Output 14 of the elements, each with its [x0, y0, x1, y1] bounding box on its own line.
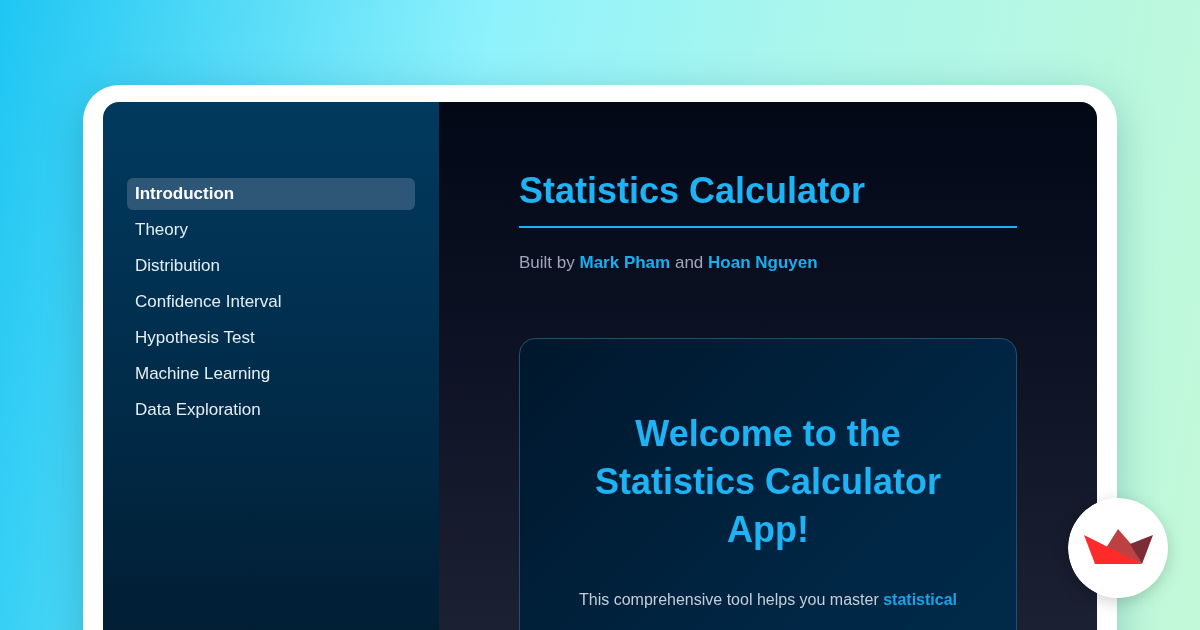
sidebar-item[interactable]: Data Exploration — [127, 394, 415, 426]
author-link[interactable]: Hoan Nguyen — [708, 253, 818, 272]
card-heading: Welcome to the Statistics Calculator App! — [593, 412, 943, 552]
sidebar-item[interactable]: Introduction — [127, 178, 415, 210]
sidebar-item[interactable]: Confidence Interval — [127, 286, 415, 318]
byline-text: Built by Mark Pham and Hoan Nguyen — [519, 252, 819, 274]
page-title: Statistics Calculator — [519, 169, 867, 213]
sidebar-item[interactable]: Machine Learning — [127, 358, 415, 390]
sidebar-item[interactable]: Distribution — [127, 250, 415, 282]
text-link[interactable]: statistical — [883, 591, 957, 608]
intro-paragraph: This comprehensive tool helps you master statistical — [578, 590, 958, 610]
sidebar-item[interactable]: Hypothesis Test — [127, 322, 415, 354]
sidebar-item[interactable]: Theory — [127, 214, 415, 246]
author-link[interactable]: Mark Pham — [579, 253, 671, 272]
